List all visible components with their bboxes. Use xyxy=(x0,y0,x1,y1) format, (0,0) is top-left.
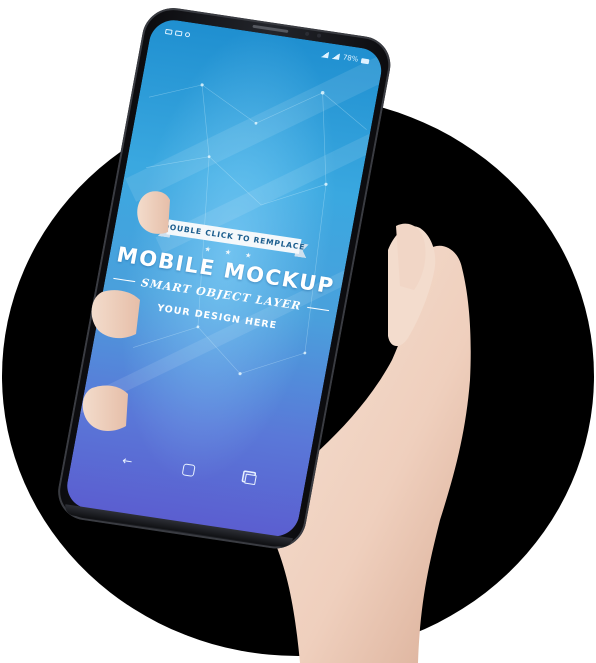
hand-fingers xyxy=(82,191,426,431)
mockup-scene: 78% DOUBLE CLICK TO REMPLACE ★ ★ ★ MOBIL… xyxy=(0,0,596,663)
